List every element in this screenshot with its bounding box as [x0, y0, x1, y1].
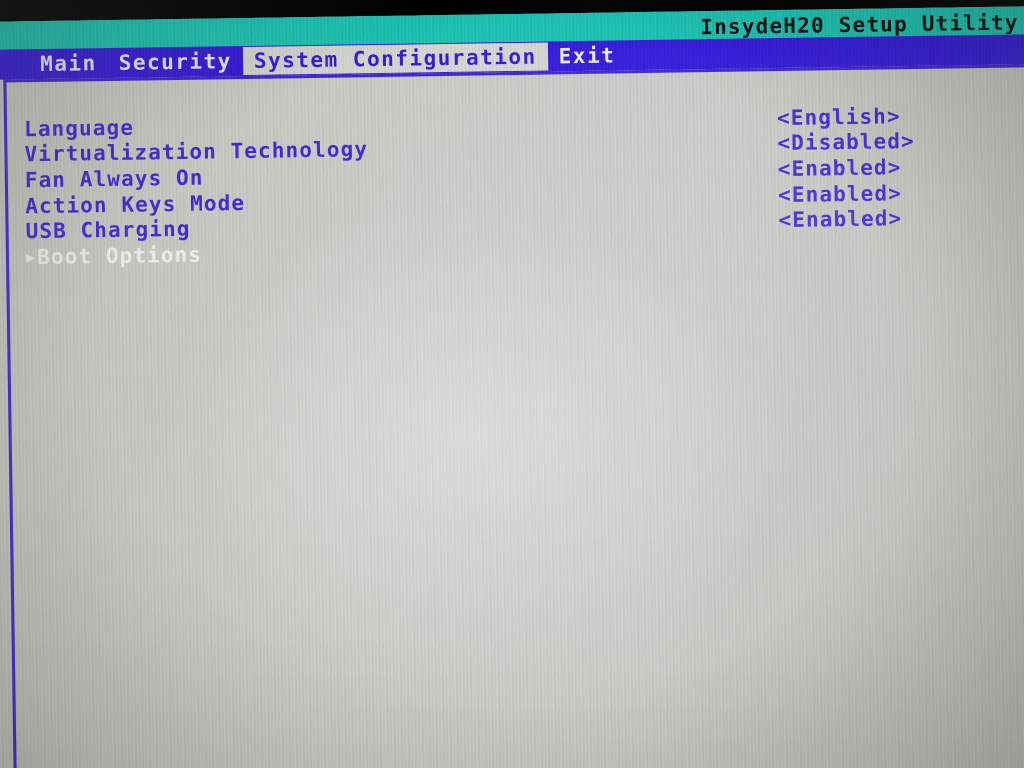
setting-label: USB Charging — [25, 216, 191, 244]
settings-list: Language <English> Virtualization Technolo… — [7, 101, 1024, 270]
bios-setup-screen: InsydeH20 Setup Utility Main Security Syst… — [0, 0, 1024, 768]
setting-label: Language — [23, 115, 135, 142]
setting-value[interactable]: <Enabled> — [778, 181, 902, 207]
setting-value[interactable]: <Enabled> — [778, 206, 902, 232]
menu-tab-exit[interactable]: Exit — [547, 41, 626, 70]
menu-tab-system-configuration[interactable]: System Configuration — [242, 42, 548, 75]
menu-tab-main[interactable]: Main — [29, 49, 108, 78]
setting-label: Fan Always On — [24, 165, 204, 193]
menu-tab-security[interactable]: Security — [107, 47, 243, 77]
settings-panel: Language <English> Virtualization Technolo… — [3, 63, 1024, 768]
setting-value[interactable]: <Disabled> — [777, 129, 915, 155]
setting-value[interactable]: <Enabled> — [778, 155, 902, 181]
setting-label: ▶Boot Options — [26, 242, 202, 269]
submenu-arrow-icon: ▶ — [25, 247, 37, 267]
lcd-panel: InsydeH20 Setup Utility Main Security Syst… — [0, 0, 1024, 768]
setting-value[interactable]: <English> — [777, 104, 901, 130]
setting-label: Action Keys Mode — [25, 190, 246, 218]
setting-label-text: Boot Options — [36, 242, 203, 269]
